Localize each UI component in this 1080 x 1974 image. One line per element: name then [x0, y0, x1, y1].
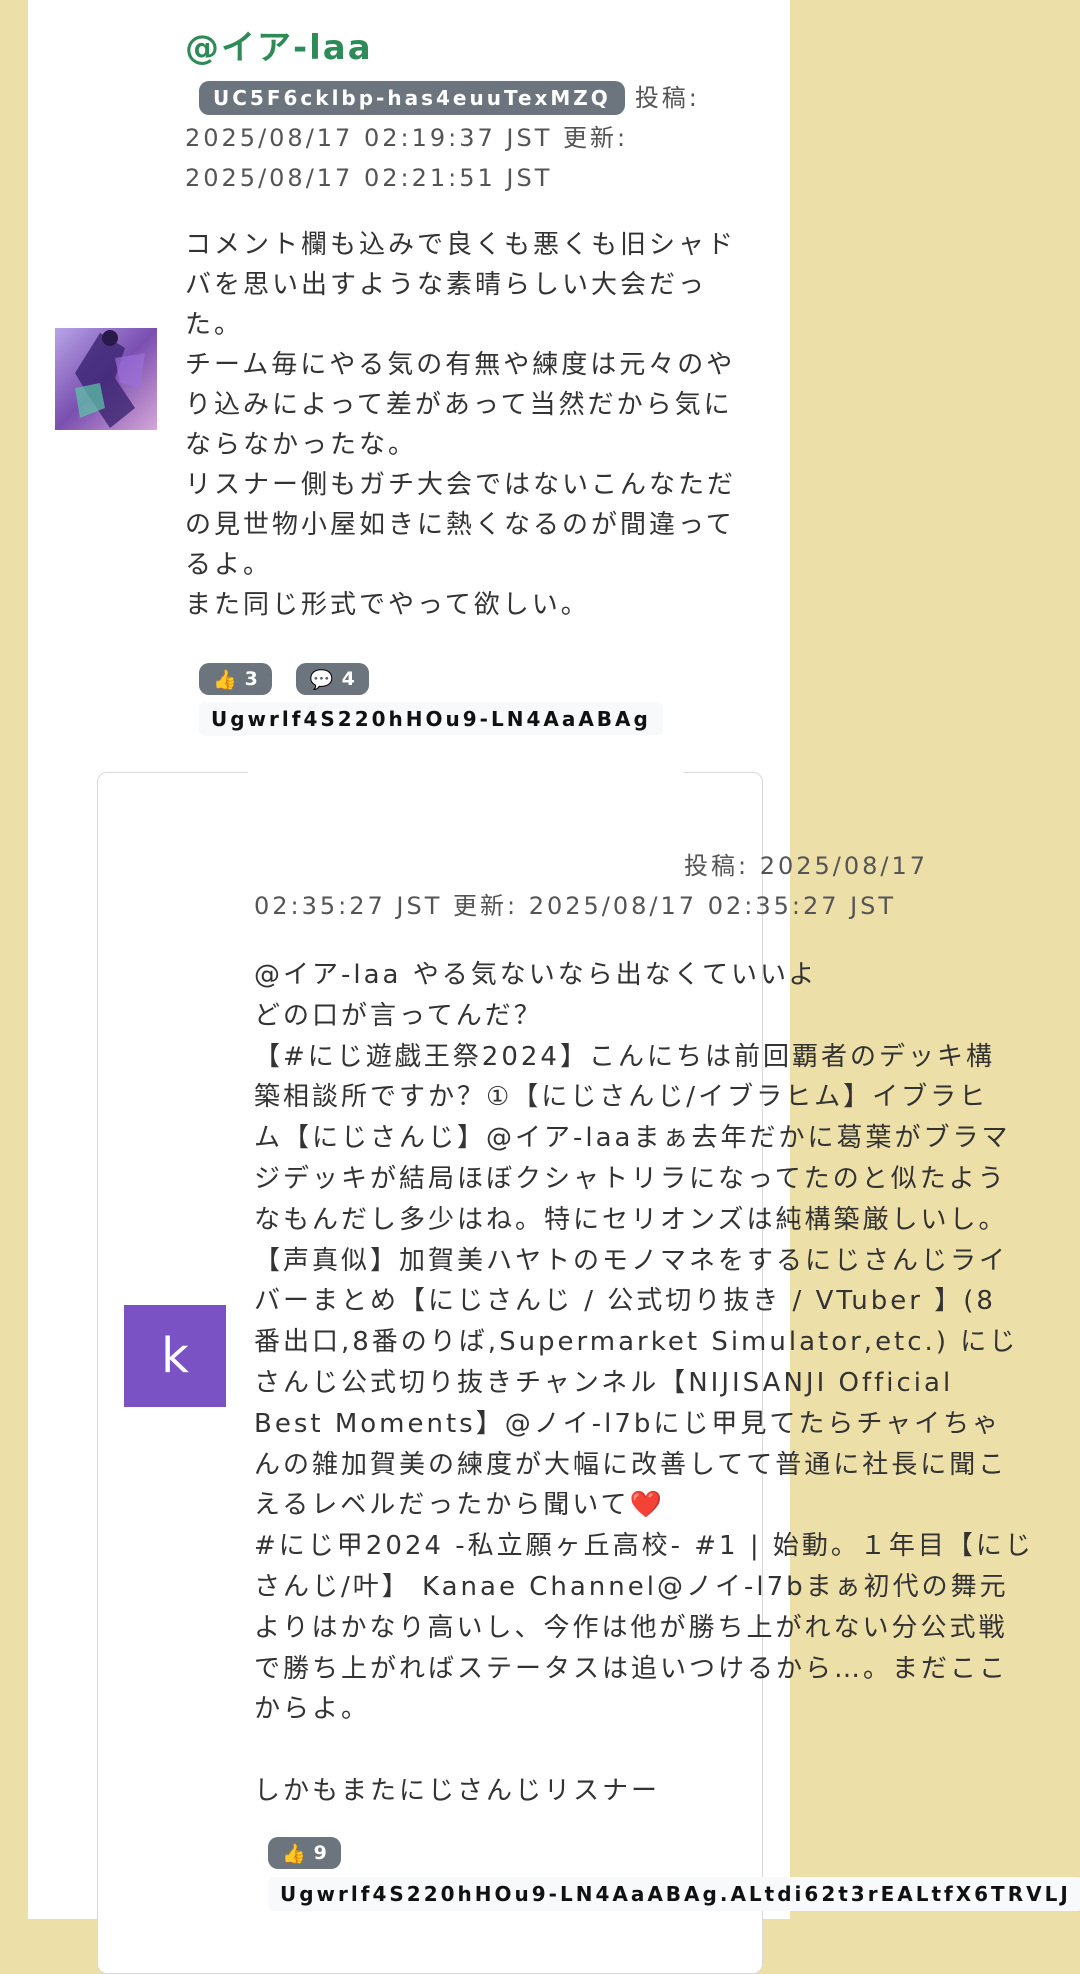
reply-avatar[interactable]: k	[124, 1305, 226, 1407]
speech-bubble-icon: 💬	[309, 668, 334, 691]
reply-like-count: 9	[313, 1842, 327, 1864]
comment-posted-date: 2025/08/17 02:19:37 JST 更新:	[185, 124, 629, 152]
reply-posted-label: 投稿: 2025/08/17	[684, 852, 929, 880]
replies-button[interactable]: 💬 4	[295, 663, 369, 695]
comment-id[interactable]: Ugwrlf4S220hHOu9-LN4AaABAg	[199, 702, 663, 736]
reply-dates: 02:35:27 JST 更新: 2025/08/17 02:35:27 JST	[254, 892, 897, 920]
thumbs-up-icon: 👍	[213, 668, 237, 691]
reply-actions: 👍 9	[268, 1837, 341, 1869]
reply-like-button[interactable]: 👍 9	[268, 1837, 341, 1869]
comment-avatar[interactable]	[55, 328, 157, 430]
comment-actions: 👍 3 💬 4	[199, 663, 369, 695]
anime-avatar-icon	[55, 328, 157, 430]
reply-text: @イア-laa やる気ないなら出なくていいよ どの口が言ってんだ？ 【#にじ遊戯…	[254, 960, 1034, 1806]
comment-meta: UC5F6cklbp-has4euuTexMZQ 投稿: 2025/08/17 …	[185, 78, 765, 198]
reply-comment-id[interactable]: Ugwrlf4S220hHOu9-LN4AaABAg.ALtdi62t3rEAL…	[268, 1877, 1080, 1911]
thumbs-up-icon: 👍	[282, 1842, 306, 1865]
like-button[interactable]: 👍 3	[199, 663, 272, 695]
comment-posted-label: 投稿:	[634, 84, 700, 112]
reply-header-placeholder	[248, 735, 684, 885]
comment-text: コメント欄も込みで良くも悪くも旧シャド バを思い出すような素晴らしい大会だっ た…	[185, 230, 737, 620]
channel-id-chip[interactable]: UC5F6cklbp-has4euuTexMZQ	[199, 81, 625, 115]
comment-username[interactable]: @イア-laa	[185, 20, 373, 69]
like-count: 3	[244, 668, 258, 690]
reply-count: 4	[341, 668, 355, 690]
comment-updated-date: 2025/08/17 02:21:51 JST	[185, 164, 553, 192]
avatar-letter: k	[161, 1328, 189, 1384]
